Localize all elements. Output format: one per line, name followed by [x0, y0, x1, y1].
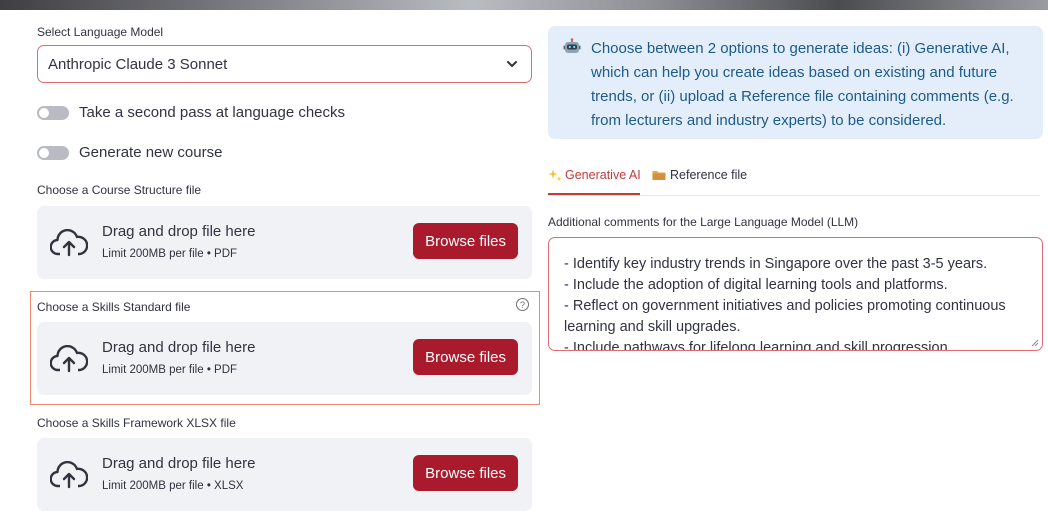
- tab-reference-file[interactable]: Reference file: [652, 168, 747, 182]
- comments-textarea[interactable]: - Identify key industry trends in Singap…: [548, 237, 1043, 351]
- generate-course-toggle[interactable]: [37, 145, 69, 160]
- dropzone-limit: Limit 200MB per file • PDF: [102, 364, 238, 376]
- info-text: Choose between 2 options to generate ide…: [591, 40, 1014, 129]
- folder-icon: [652, 171, 666, 180]
- comment-line: learning and skill upgrades.: [564, 319, 741, 335]
- dropzone-title: Drag and drop file here: [102, 455, 256, 472]
- skills-standard-label: Choose a Skills Standard file: [37, 300, 191, 314]
- tab-label: Generative AI: [565, 168, 641, 182]
- help-icon[interactable]: ?: [516, 298, 529, 311]
- dropzone-limit: Limit 200MB per file • PDF: [102, 248, 238, 260]
- select-language-model-label: Select Language Model: [37, 25, 164, 39]
- comment-line: - Include pathways for lifelong learning…: [564, 340, 952, 351]
- second-pass-toggle[interactable]: [37, 105, 69, 120]
- info-callout: Choose between 2 options to generate ide…: [548, 26, 1043, 139]
- generate-course-toggle-row[interactable]: Generate new course: [37, 144, 222, 161]
- browse-files-button[interactable]: Browse files: [413, 223, 518, 259]
- tab-label: Reference file: [670, 168, 748, 182]
- language-model-value: Anthropic Claude 3 Sonnet: [48, 55, 228, 73]
- dropzone-title: Drag and drop file here: [102, 223, 256, 240]
- robot-icon: [563, 38, 581, 53]
- course-structure-dropzone[interactable]: Drag and drop file here Limit 200MB per …: [37, 206, 532, 279]
- sparkles-icon: [548, 169, 562, 182]
- tab-generative-ai[interactable]: Generative AI: [548, 168, 641, 182]
- course-structure-label: Choose a Course Structure file: [37, 183, 202, 197]
- resize-handle-icon[interactable]: [1030, 338, 1039, 347]
- generate-course-label: Generate new course: [79, 144, 223, 161]
- cloud-upload-icon: [50, 345, 88, 373]
- cloud-upload-icon: [50, 229, 88, 257]
- cloud-upload-icon: [50, 461, 88, 489]
- dropzone-limit: Limit 200MB per file • XLSX: [102, 480, 244, 492]
- second-pass-toggle-row[interactable]: Take a second pass at language checks: [37, 104, 345, 121]
- second-pass-label: Take a second pass at language checks: [79, 104, 346, 121]
- active-tab-indicator: [548, 193, 640, 195]
- dropzone-title: Drag and drop file here: [102, 339, 256, 356]
- idea-source-tabs: Generative AI Reference file: [548, 164, 1040, 196]
- comments-label: Additional comments for the Large Langua…: [548, 215, 859, 229]
- browse-files-button[interactable]: Browse files: [413, 455, 518, 491]
- comment-line: - Include the adoption of digital learni…: [564, 277, 948, 293]
- skills-framework-dropzone[interactable]: Drag and drop file here Limit 200MB per …: [37, 438, 532, 511]
- language-model-select[interactable]: Anthropic Claude 3 Sonnet: [37, 45, 532, 83]
- comment-line: - Identify key industry trends in Singap…: [564, 256, 988, 272]
- chevron-down-icon: [507, 61, 517, 67]
- skills-standard-dropzone[interactable]: Drag and drop file here Limit 200MB per …: [37, 322, 532, 395]
- comment-line: - Reflect on government initiatives and …: [564, 298, 1006, 314]
- skills-framework-label: Choose a Skills Framework XLSX file: [37, 416, 236, 430]
- browse-files-button[interactable]: Browse files: [413, 339, 518, 375]
